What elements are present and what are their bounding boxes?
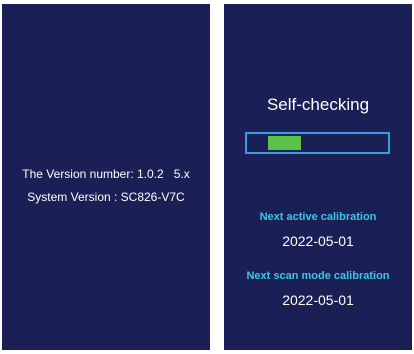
version-number-text: The Version number: 1.0.2 5.x xyxy=(22,167,190,181)
next-scan-mode-calibration-date: 2022-05-01 xyxy=(282,292,354,308)
page: The Version number: 1.0.2 5.x System Ver… xyxy=(0,0,414,354)
next-active-calibration-label: Next active calibration xyxy=(259,211,377,223)
self-check-progress-bar xyxy=(245,132,390,154)
self-check-screen: Self-checking Next active calibration 20… xyxy=(224,4,412,350)
self-checking-title: Self-checking xyxy=(266,95,370,114)
version-info-screen: The Version number: 1.0.2 5.x System Ver… xyxy=(2,4,210,350)
system-version-text: System Version : SC826-V7C xyxy=(27,190,185,204)
next-scan-mode-calibration-label: Next scan mode calibration xyxy=(246,270,390,282)
progress-bar-fill xyxy=(268,136,301,150)
next-active-calibration-date: 2022-05-01 xyxy=(282,233,354,249)
